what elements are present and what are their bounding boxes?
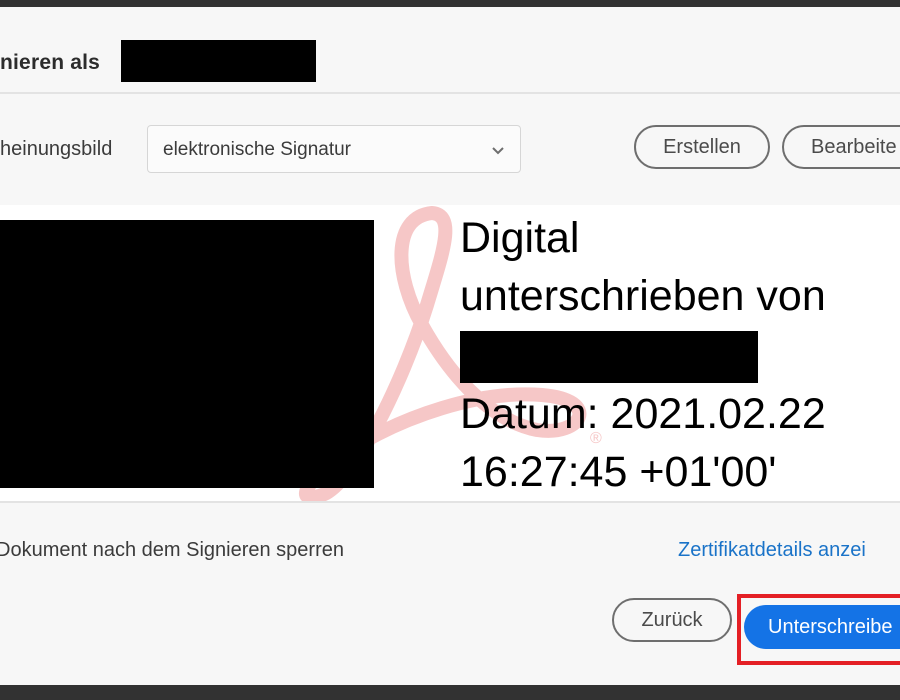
lock-document-checkbox-label[interactable]: Dokument nach dem Signieren sperren [0,539,344,562]
certificate-details-link[interactable]: Zertifikatdetails anzei [678,539,866,562]
appearance-label: heinungsbild [0,138,113,160]
divider [0,92,900,94]
chevron-down-icon [492,147,504,155]
appearance-select[interactable]: elektronische Signatur [147,125,521,173]
edit-button[interactable]: Bearbeite [782,125,900,169]
signature-line-2: unterschrieben von [460,272,826,320]
signature-date: Datum: 2021.02.22 [460,390,826,438]
sign-dialog: nieren als heinungsbild elektronische Si… [0,7,900,685]
back-button[interactable]: Zurück [612,598,732,642]
window-bottom-bar [0,685,900,700]
appearance-select-value: elektronische Signatur [163,139,351,160]
signature-time: 16:27:45 +01'00' [460,448,777,496]
create-button[interactable]: Erstellen [634,125,770,169]
signature-line-1: Digital [460,214,580,262]
divider [0,501,900,503]
highlight-box [737,594,900,665]
redacted-signer [460,331,758,383]
redacted-signature-image [0,220,374,488]
dialog-title: nieren als [0,51,101,74]
signature-preview: ® Digital unterschrieben von Datum: 2021… [0,205,900,501]
redacted-signer-name [121,40,316,82]
